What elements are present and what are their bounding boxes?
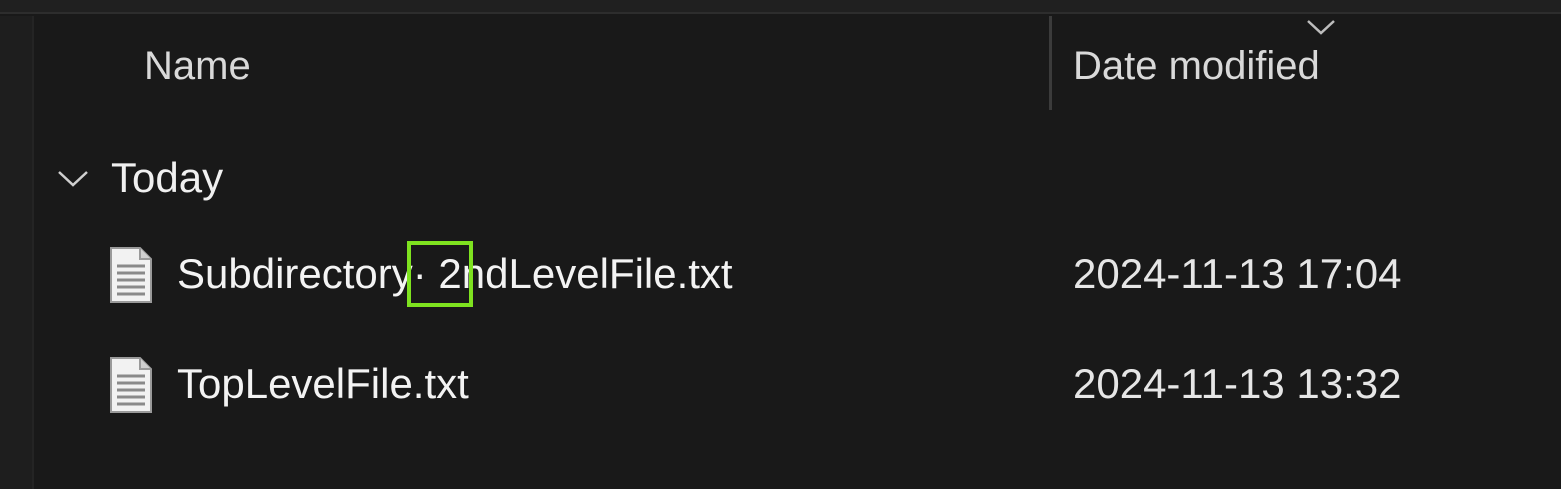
chevron-down-icon[interactable] [55, 166, 91, 190]
sort-descending-icon [1307, 20, 1335, 35]
text-file-icon [110, 357, 152, 413]
navigation-pane-edge [0, 16, 34, 489]
column-divider[interactable] [1049, 16, 1052, 110]
column-header-name[interactable]: Name [144, 42, 251, 90]
text-file-icon [110, 247, 152, 303]
group-label: Today [111, 154, 224, 201]
column-header-row: Name Date modified [36, 16, 1561, 112]
top-border [0, 0, 1561, 14]
column-header-date-modified[interactable]: Date modified [1073, 42, 1320, 90]
file-row[interactable]: TopLevelFile.txt 2024-11-13 13:32 [36, 336, 1561, 436]
file-name[interactable]: TopLevelFile.txt [177, 358, 469, 410]
file-name[interactable]: Subdirectory· 2ndLevelFile.txt [177, 248, 733, 300]
group-header-today[interactable]: Today [55, 148, 223, 208]
file-date-modified: 2024-11-13 17:04 [1073, 250, 1402, 297]
file-date-modified: 2024-11-13 13:32 [1073, 360, 1402, 407]
file-explorer-window: Name Date modified Today Subdirectory· 2… [0, 0, 1561, 489]
file-row[interactable]: Subdirectory· 2ndLevelFile.txt 2024-11-1… [36, 226, 1561, 326]
